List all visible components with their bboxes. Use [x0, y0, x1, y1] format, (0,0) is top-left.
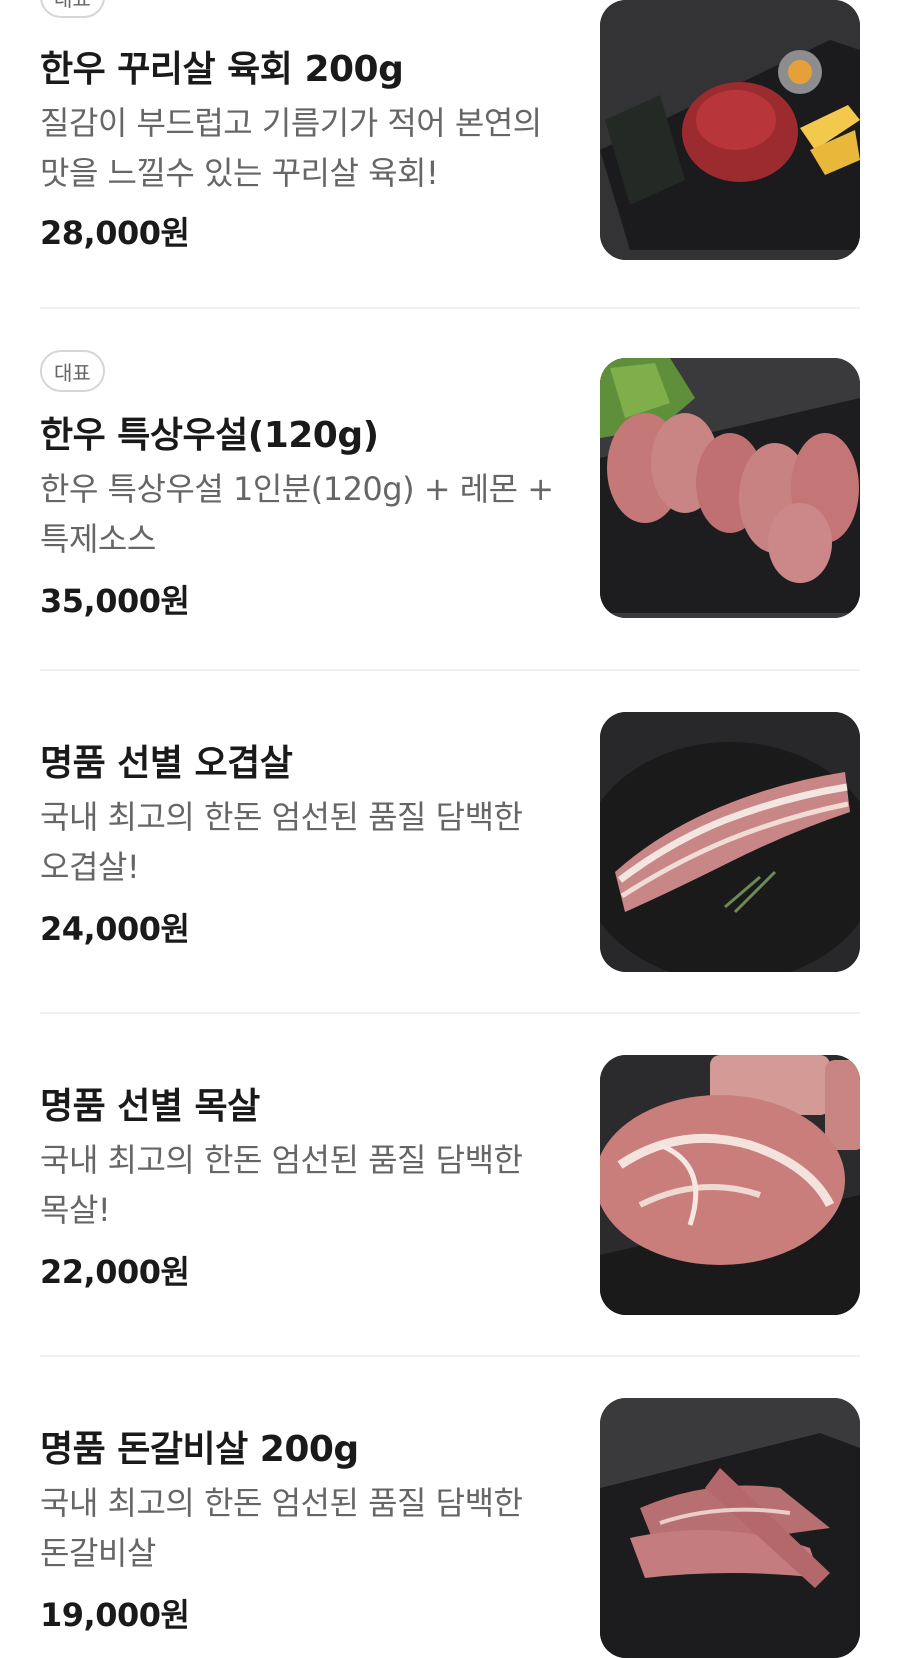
- menu-item-name: 명품 선별 목살: [40, 1086, 260, 1127]
- menu-list: 대표 한우 꾸리살 육회 200g 질감이 부드럽고 기름기가 적어 본연의 맛…: [0, 0, 900, 1658]
- menu-item-text: 명품 선별 목살 국내 최고의 한돈 엄선된 품질 담백한 목살! 22,000…: [40, 1055, 560, 1315]
- menu-item-pork-belly[interactable]: 명품 선별 오겹살 국내 최고의 한돈 엄선된 품질 담백한 오겹살! 24,0…: [40, 712, 860, 972]
- menu-item-pork-neck[interactable]: 명품 선별 목살 국내 최고의 한돈 엄선된 품질 담백한 목살! 22,000…: [40, 1055, 860, 1315]
- menu-item-description: 국내 최고의 한돈 엄선된 품질 담백한 돈갈비살: [40, 1484, 523, 1572]
- menu-item-name: 명품 선별 오겹살: [40, 743, 293, 784]
- pork-belly-image: [600, 712, 860, 972]
- beef-tartare-image: [600, 0, 860, 260]
- menu-item-price: 19,000원: [40, 1596, 190, 1634]
- menu-item-description: 국내 최고의 한돈 엄선된 품질 담백한 오겹살!: [40, 798, 523, 886]
- menu-item-name: 한우 특상우설(120g): [40, 415, 379, 456]
- menu-item-beef-tongue[interactable]: 대표 한우 특상우설(120g) 한우 특상우설 1인분(120g) + 레몬 …: [40, 350, 860, 620]
- signature-badge: 대표: [40, 350, 105, 392]
- menu-item-text: 대표 한우 특상우설(120g) 한우 특상우설 1인분(120g) + 레몬 …: [40, 350, 560, 620]
- pork-neck-image: [600, 1055, 860, 1315]
- menu-item-text: 명품 선별 오겹살 국내 최고의 한돈 엄선된 품질 담백한 오겹살! 24,0…: [40, 712, 560, 972]
- divider: [40, 669, 860, 671]
- menu-item-price: 22,000원: [40, 1253, 190, 1291]
- menu-item-description: 질감이 부드럽고 기름기가 적어 본연의 맛을 느낄수 있는 꾸리살 육회!: [40, 104, 542, 192]
- divider: [40, 1012, 860, 1014]
- pork-rib-image: [600, 1398, 860, 1658]
- beef-tongue-image: [600, 358, 860, 618]
- menu-item-price: 35,000원: [40, 582, 190, 620]
- signature-badge: 대표: [40, 0, 105, 18]
- menu-item-text: 대표 한우 꾸리살 육회 200g 질감이 부드럽고 기름기가 적어 본연의 맛…: [40, 0, 560, 254]
- menu-item-pork-rib[interactable]: 명품 돈갈비살 200g 국내 최고의 한돈 엄선된 품질 담백한 돈갈비살 1…: [40, 1398, 860, 1658]
- menu-item-price: 28,000원: [40, 214, 190, 252]
- menu-item-description: 한우 특상우설 1인분(120g) + 레몬 + 특제소스: [40, 470, 554, 558]
- divider: [40, 307, 860, 309]
- menu-item-beef-tartare[interactable]: 대표 한우 꾸리살 육회 200g 질감이 부드럽고 기름기가 적어 본연의 맛…: [40, 0, 860, 260]
- divider: [40, 1355, 860, 1357]
- menu-item-price: 24,000원: [40, 910, 190, 948]
- menu-item-description: 국내 최고의 한돈 엄선된 품질 담백한 목살!: [40, 1141, 523, 1229]
- menu-item-name: 명품 돈갈비살 200g: [40, 1429, 359, 1470]
- menu-item-text: 명품 돈갈비살 200g 국내 최고의 한돈 엄선된 품질 담백한 돈갈비살 1…: [40, 1398, 560, 1638]
- menu-item-name: 한우 꾸리살 육회 200g: [40, 49, 404, 90]
